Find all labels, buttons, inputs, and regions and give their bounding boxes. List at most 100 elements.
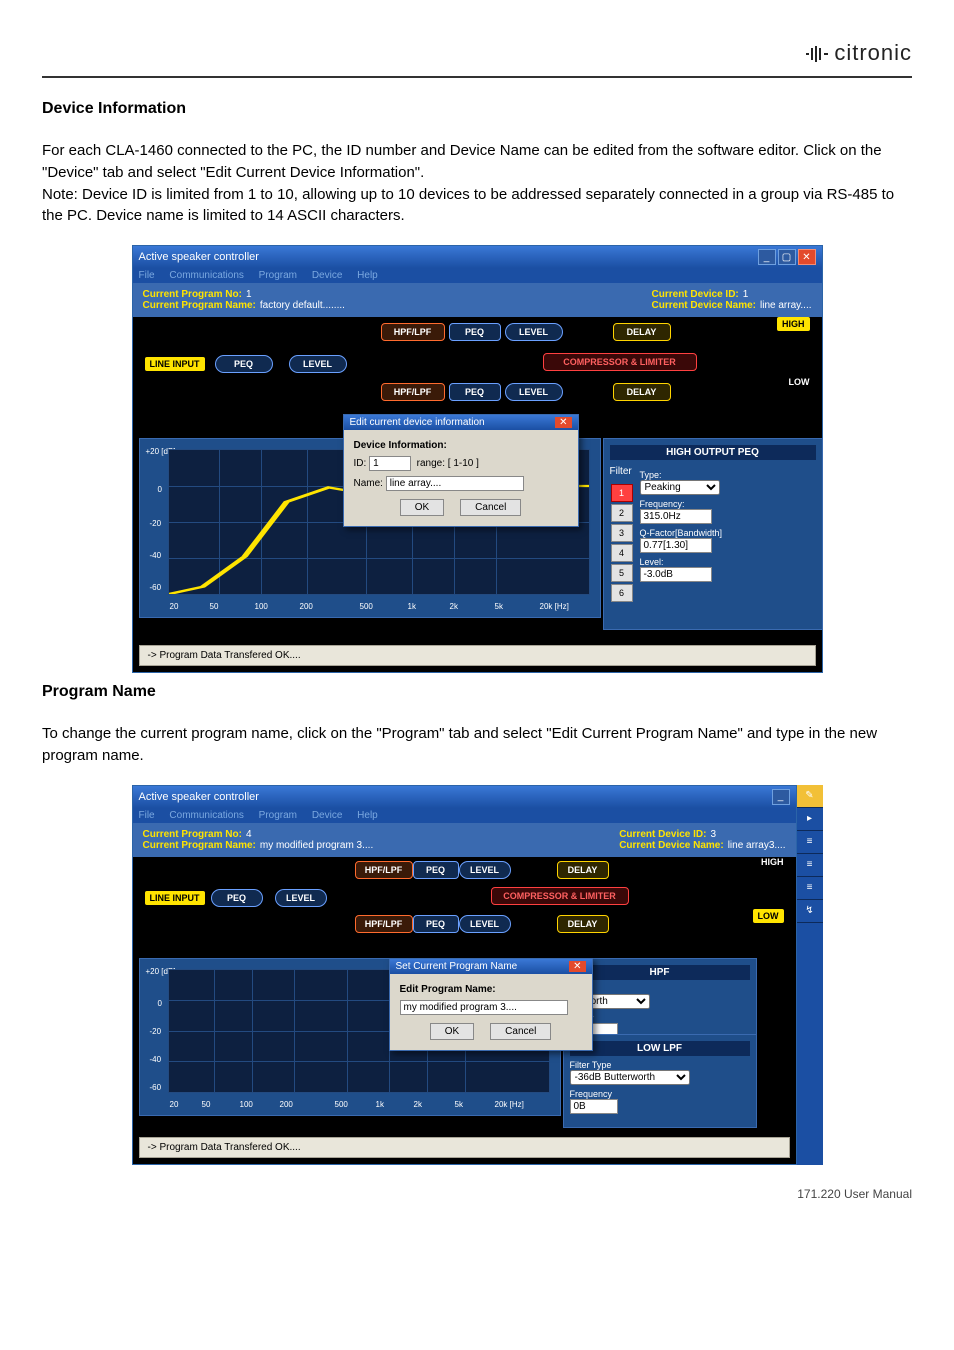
peq-low-block[interactable]: PEQ [449, 383, 501, 401]
label-low: LOW [789, 377, 810, 387]
x2-7: 5k [455, 1100, 463, 1109]
level-high-block[interactable]: LEVEL [505, 323, 563, 341]
page: citronic Device Information For each CLA… [0, 0, 954, 1221]
dialog-close[interactable]: ✕ [555, 417, 571, 428]
lpf-type-label: Filter Type [570, 1060, 750, 1070]
peq-h-2[interactable]: PEQ [413, 861, 459, 879]
filter-1[interactable]: 1 [611, 484, 633, 502]
tool-1[interactable]: ✎ [797, 785, 823, 808]
lbl-prog-name: Current Program Name: [143, 300, 256, 311]
lvl-h-2[interactable]: LEVEL [459, 861, 511, 879]
maximize-button[interactable]: ▢ [778, 249, 796, 265]
menu-communications[interactable]: Communications [169, 270, 243, 281]
hpf-high-block[interactable]: HPF/LPF [381, 323, 445, 341]
lvl-in-2[interactable]: LEVEL [275, 889, 327, 907]
brand-icon [804, 45, 830, 63]
close-button[interactable]: ✕ [798, 249, 816, 265]
filter-3[interactable]: 3 [611, 524, 633, 542]
peq-panel: HIGH OUTPUT PEQ Filter 1 2 3 4 5 6 [603, 438, 823, 630]
val-prog-no: 1 [246, 289, 252, 300]
id-input[interactable] [369, 456, 411, 471]
lbl2-dev-name: Current Device Name: [619, 840, 723, 851]
tool-3[interactable]: ≡ [797, 831, 823, 854]
menu2-device[interactable]: Device [312, 810, 343, 821]
menu-device[interactable]: Device [312, 270, 343, 281]
delay-h-2[interactable]: DELAY [557, 861, 609, 879]
hpf-l-2[interactable]: HPF/LPF [355, 915, 413, 933]
dialog2-close[interactable]: ✕ [569, 961, 585, 972]
menu-bar-2: File Communications Program Device Help [133, 808, 796, 823]
menu-file[interactable]: File [139, 270, 155, 281]
freq-input[interactable]: 315.0Hz [640, 509, 712, 524]
filter-4[interactable]: 4 [611, 544, 633, 562]
menu2-comm[interactable]: Communications [169, 810, 243, 821]
comp-2[interactable]: COMPRESSOR & LIMITER [491, 887, 629, 905]
lpf-freq-input[interactable]: 0B [570, 1099, 618, 1114]
ok-button[interactable]: OK [400, 499, 444, 516]
range-label: range: [ 1-10 ] [417, 458, 479, 469]
divider [42, 76, 912, 78]
x2-1: 50 [202, 1100, 211, 1109]
menu2-program[interactable]: Program [259, 810, 297, 821]
menu-bar: File Communications Program Device Help [133, 268, 822, 283]
filter-buttons: 1 2 3 4 5 6 [610, 483, 634, 603]
peq-title: HIGH OUTPUT PEQ [610, 445, 816, 460]
type-label: Type: [640, 470, 723, 480]
ytick-3: -60 [150, 583, 162, 592]
menu-help[interactable]: Help [357, 270, 378, 281]
app-window-2: Active speaker controller _ File Communi… [132, 785, 797, 1165]
cancel2-button[interactable]: Cancel [490, 1023, 551, 1040]
filter-2[interactable]: 2 [611, 504, 633, 522]
cancel-button[interactable]: Cancel [460, 499, 521, 516]
level-input-block[interactable]: LEVEL [289, 355, 347, 373]
type-select[interactable]: Peaking [640, 480, 720, 495]
header-bar-2: Current Program No:4 Current Program Nam… [133, 823, 796, 857]
x2-8: 20k [Hz] [495, 1100, 524, 1109]
peq-input-block[interactable]: PEQ [215, 355, 273, 373]
xtick-2: 100 [255, 602, 268, 611]
progname-input[interactable] [400, 1000, 568, 1015]
name-input[interactable] [386, 476, 524, 491]
tool-5[interactable]: ≡ [797, 877, 823, 900]
dialog2-title: Set Current Program Name [396, 961, 518, 972]
xtick-4: 500 [360, 602, 373, 611]
filter-5[interactable]: 5 [611, 564, 633, 582]
delay-high-block[interactable]: DELAY [613, 323, 671, 341]
peq-l-2[interactable]: PEQ [413, 915, 459, 933]
delay-l-2[interactable]: DELAY [557, 915, 609, 933]
peq-in-2[interactable]: PEQ [211, 889, 263, 907]
menu-program[interactable]: Program [259, 270, 297, 281]
tool-6[interactable]: ↯ [797, 900, 823, 923]
q-label: Q-Factor[Bandwidth] [640, 528, 723, 538]
window-title: Active speaker controller [139, 251, 259, 263]
lpf-type-select[interactable]: -36dB Butterworth [570, 1070, 690, 1085]
level-input[interactable]: -3.0dB [640, 567, 712, 582]
hpf-title: HPF [570, 965, 750, 980]
y2-2: -40 [150, 1055, 162, 1064]
menu2-help[interactable]: Help [357, 810, 378, 821]
level-low-block[interactable]: LEVEL [505, 383, 563, 401]
x2-5: 1k [376, 1100, 384, 1109]
lbl-prog-no: Current Program No: [143, 289, 242, 300]
minimize-2[interactable]: _ [772, 789, 790, 805]
hpf-low-block[interactable]: HPF/LPF [381, 383, 445, 401]
name-label: Name: [354, 478, 383, 489]
label-high-2: HIGH [761, 857, 784, 867]
xtick-0: 20 [170, 602, 179, 611]
peq-high-block[interactable]: PEQ [449, 323, 501, 341]
ok2-button[interactable]: OK [430, 1023, 474, 1040]
q-input[interactable]: 0.77[1.30] [640, 538, 712, 553]
minimize-button[interactable]: _ [758, 249, 776, 265]
tool-4[interactable]: ≡ [797, 854, 823, 877]
lvl-l-2[interactable]: LEVEL [459, 915, 511, 933]
footer-text: 171.220 User Manual [42, 1175, 912, 1201]
delay-low-block[interactable]: DELAY [613, 383, 671, 401]
filter-6[interactable]: 6 [611, 584, 633, 602]
badge-high: HIGH [777, 317, 810, 331]
tool-2[interactable]: ▸ [797, 808, 823, 831]
hpf-h-2[interactable]: HPF/LPF [355, 861, 413, 879]
hpf-freq-label: uency [570, 1013, 750, 1023]
menu2-file[interactable]: File [139, 810, 155, 821]
screenshot-2: ✎ ▸ ≡ ≡ ≡ ↯ Active speaker controller _ … [132, 785, 823, 1165]
compressor-block[interactable]: COMPRESSOR & LIMITER [543, 353, 697, 371]
